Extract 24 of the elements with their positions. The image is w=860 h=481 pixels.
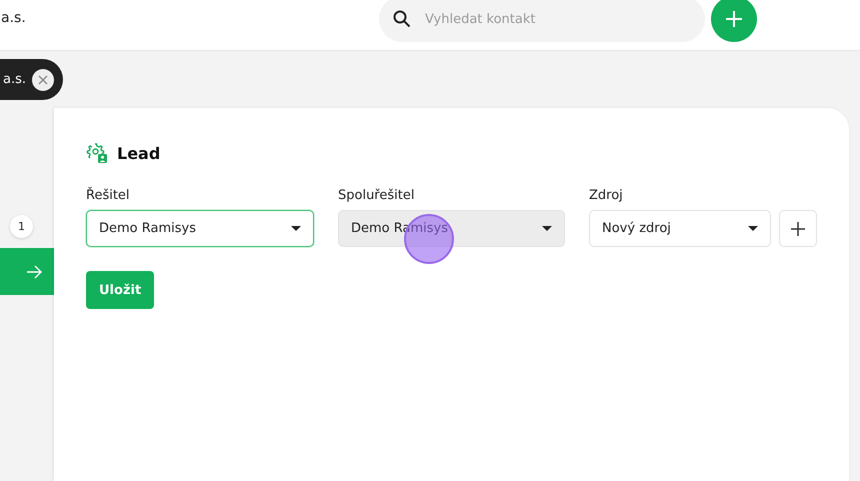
close-icon [38,74,48,84]
filter-chip[interactable]: a.s. [0,59,64,100]
select-field[interactable]: Demo Ramisys [86,210,314,247]
field-label: Řešitel [86,188,131,203]
card-title: Lead [117,144,160,162]
field-label: Zdroj [589,188,624,203]
next-button[interactable] [0,248,54,295]
add-button[interactable] [779,210,817,247]
gear-person-icon [86,142,108,164]
count-badge: 1 [10,215,33,238]
dropdown-caret-icon [291,226,301,231]
dropdown-caret-icon [542,226,552,231]
arrow-right-icon [26,264,42,278]
plus-icon [791,222,805,236]
select-field[interactable]: Demo Ramisys [338,210,565,247]
company-name: a.s. [1,10,26,26]
field-label: Spoluřešitel [338,188,416,203]
add-contact-button[interactable] [711,0,757,42]
plus-icon [725,10,743,28]
search-field[interactable]: Vyhledat kontakt [379,0,705,42]
chip-label: a.s. [3,72,26,87]
dropdown-caret-icon [748,226,758,231]
close-button[interactable] [32,68,54,90]
select-field[interactable]: Nový zdroj [589,210,771,247]
